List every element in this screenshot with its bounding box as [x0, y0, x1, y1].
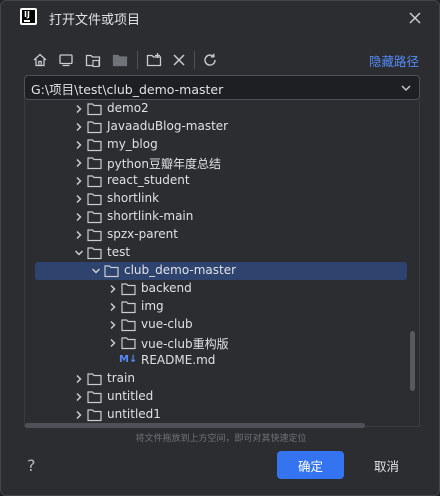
desktop-icon[interactable] — [55, 49, 77, 71]
new-folder-icon[interactable] — [143, 49, 165, 71]
project-folder-icon[interactable] — [82, 49, 104, 71]
ok-button[interactable]: 确定 — [277, 451, 344, 479]
markdown-file-icon: M↓ — [119, 354, 138, 365]
folder-icon — [87, 247, 102, 260]
chevron-down-icon[interactable] — [399, 81, 413, 95]
chevron-right-icon[interactable] — [73, 139, 85, 151]
tree-item-label: spzx-parent — [107, 227, 178, 241]
tree-item-label: train — [107, 371, 135, 385]
horizontal-scrollbar[interactable] — [25, 423, 365, 428]
folder-icon — [87, 391, 102, 404]
chevron-right-icon[interactable] — [73, 409, 85, 421]
toolbar-separator — [137, 51, 138, 69]
folder-icon — [87, 103, 102, 116]
tree-folder-row[interactable]: untitled — [25, 388, 419, 406]
tree-item-label: shortlink — [107, 191, 160, 205]
tree-folder-row[interactable]: spzx-parent — [25, 226, 419, 244]
chevron-right-icon[interactable] — [73, 373, 85, 385]
close-icon[interactable] — [406, 9, 424, 27]
folder-icon — [87, 229, 102, 242]
chevron-down-icon[interactable] — [90, 265, 102, 277]
folder-icon — [87, 175, 102, 188]
chevron-right-icon[interactable] — [73, 157, 85, 169]
folder-icon — [104, 265, 119, 278]
chevron-down-icon[interactable] — [73, 247, 85, 259]
tree-folder-row[interactable]: python豆瓣年度总结 — [25, 154, 419, 172]
chevron-right-icon[interactable] — [73, 211, 85, 223]
tree-item-label: untitled — [107, 389, 154, 403]
tree-item-label: README.md — [141, 353, 216, 367]
folder-icon — [87, 139, 102, 152]
folder-icon — [87, 373, 102, 386]
tree-item-label: img — [141, 299, 164, 313]
tree-folder-row[interactable]: vue-club — [25, 316, 419, 334]
cancel-button[interactable]: 取消 — [353, 451, 420, 479]
tree-item-label: vue-club — [141, 317, 193, 331]
chevron-right-icon[interactable] — [107, 301, 119, 313]
tree-folder-row[interactable]: my_blog — [25, 136, 419, 154]
tree-folder-row[interactable]: react_student — [25, 172, 419, 190]
folder-icon — [121, 337, 136, 350]
tree-item-label: untitled1 — [107, 407, 161, 421]
tree-folder-row[interactable]: shortlink-main — [25, 208, 419, 226]
folder-icon — [87, 211, 102, 224]
tree-item-label: vue-club重构版 — [141, 337, 229, 351]
tree-file-row[interactable]: M↓ README.md — [25, 352, 419, 370]
tree-item-label: react_student — [107, 173, 190, 187]
chevron-right-icon[interactable] — [73, 193, 85, 205]
tree-item-label: shortlink-main — [107, 209, 194, 223]
tree-folder-row[interactable]: backend — [25, 280, 419, 298]
chevron-right-icon[interactable] — [73, 121, 85, 133]
chevron-right-icon[interactable] — [107, 319, 119, 331]
tree-folder-row[interactable]: vue-club重构版 — [25, 334, 419, 352]
path-field[interactable] — [24, 75, 420, 100]
toolbar: 隐藏路径 — [27, 49, 427, 71]
module-folder-icon[interactable] — [109, 49, 131, 71]
tree-item-label: JavaaduBlog-master — [107, 119, 229, 133]
folder-icon — [87, 121, 102, 134]
folder-icon — [87, 157, 102, 170]
tree-item-label: my_blog — [107, 137, 158, 151]
chevron-right-icon[interactable] — [107, 283, 119, 295]
tree-item-label: test — [107, 245, 131, 259]
tree-item-label: club_demo-master — [124, 263, 237, 277]
file-tree[interactable]: demo2 JavaaduBlog-master my_blog python豆瓣年度… — [24, 100, 420, 427]
vertical-scrollbar[interactable] — [410, 331, 415, 391]
tree-item-label: demo2 — [107, 101, 149, 115]
title-bar: IJ 打开文件或项目 — [1, 1, 439, 35]
path-input[interactable] — [31, 79, 391, 97]
folder-icon — [121, 319, 136, 332]
help-button[interactable]: ? — [27, 456, 36, 475]
refresh-icon[interactable] — [199, 49, 221, 71]
tree-folder-row[interactable]: club_demo-master — [35, 262, 407, 280]
delete-icon[interactable] — [168, 49, 190, 71]
tree-folder-row[interactable]: train — [25, 370, 419, 388]
chevron-right-icon[interactable] — [107, 337, 119, 349]
tree-folder-row[interactable]: shortlink — [25, 190, 419, 208]
dialog-title: 打开文件或项目 — [49, 13, 141, 28]
drag-hint: 将文件拖放到上方空间，即可对其快速定位 — [135, 434, 307, 444]
intellij-logo-icon: IJ — [20, 8, 37, 25]
folder-icon — [121, 283, 136, 296]
tree-folder-row[interactable]: JavaaduBlog-master — [25, 118, 419, 136]
tree-folder-row[interactable]: untitled1 — [25, 406, 419, 424]
folder-icon — [121, 301, 136, 314]
folder-icon — [87, 409, 102, 422]
tree-folder-row[interactable]: test — [25, 244, 419, 262]
folder-icon — [87, 193, 102, 206]
tree-folder-row[interactable]: img — [25, 298, 419, 316]
chevron-right-icon[interactable] — [73, 229, 85, 241]
toolbar-separator — [194, 51, 195, 69]
chevron-right-icon[interactable] — [73, 391, 85, 403]
chevron-right-icon[interactable] — [73, 103, 85, 115]
home-icon[interactable] — [29, 49, 51, 71]
open-file-dialog: IJ 打开文件或项目 隐藏路径 G:\项目\test\club_demo-mas… — [0, 0, 440, 496]
chevron-right-icon[interactable] — [73, 175, 85, 187]
tree-folder-row[interactable]: demo2 — [25, 100, 419, 118]
tree-item-label: backend — [141, 281, 192, 295]
hide-path-link[interactable]: 隐藏路径 — [369, 51, 419, 70]
tree-item-label: python豆瓣年度总结 — [107, 157, 221, 171]
